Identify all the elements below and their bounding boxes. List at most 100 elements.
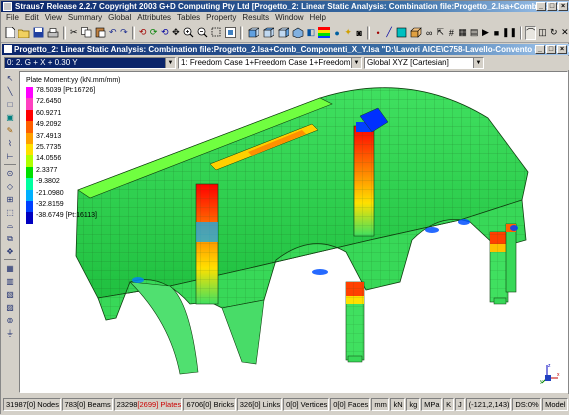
print-icon[interactable] xyxy=(46,26,60,40)
status-links[interactable]: 326[0] Links xyxy=(236,398,283,411)
light-icon[interactable]: ✦ xyxy=(343,26,353,40)
doc-close-button[interactable]: × xyxy=(557,45,567,54)
table-tool-icon[interactable]: ▦ xyxy=(457,26,468,40)
shrink-icon[interactable]: ◧ xyxy=(306,26,317,40)
line-tool-icon[interactable]: ╲ xyxy=(4,86,17,98)
unit-length[interactable]: mm xyxy=(371,398,390,411)
subdivide-icon[interactable]: ▦ xyxy=(4,263,17,275)
node-icon[interactable]: ⊙ xyxy=(4,168,17,180)
zoom-window-icon[interactable] xyxy=(210,26,223,40)
fill-tool-icon[interactable]: ▣ xyxy=(4,112,17,124)
chevron-down-icon[interactable]: ▼ xyxy=(473,58,483,68)
mesh-icon[interactable]: ⊞ xyxy=(4,194,17,206)
coordinate-system-select[interactable]: Global XYZ [Cartesian] ▼ xyxy=(364,57,484,69)
status-plates[interactable]: 23298[2699] Plates xyxy=(113,398,183,411)
unit-force[interactable]: kN xyxy=(390,398,406,411)
menu-edit[interactable]: Edit xyxy=(22,13,42,22)
plate-tool-icon[interactable] xyxy=(395,26,408,40)
new-file-icon[interactable] xyxy=(4,26,16,40)
redo-icon[interactable]: ↷ xyxy=(119,26,129,40)
paste-icon[interactable] xyxy=(94,26,107,40)
box-tool-icon[interactable]: □ xyxy=(4,99,17,111)
status-nodes[interactable]: 31987[0] Nodes xyxy=(3,398,61,411)
copy-icon[interactable] xyxy=(80,26,93,40)
select-arrow-icon[interactable]: ↖ xyxy=(4,73,17,85)
menu-attributes[interactable]: Attributes xyxy=(134,13,174,22)
menu-property[interactable]: Property xyxy=(203,13,239,22)
clean-mesh-icon[interactable]: ▧ xyxy=(4,289,17,301)
unit-temperature[interactable]: K xyxy=(443,398,454,411)
view-iso-icon[interactable] xyxy=(291,26,305,40)
close-button[interactable]: × xyxy=(558,2,568,11)
model-viewport[interactable]: Plate Moment:yy (kN.mm/mm) 78.5039 [Pt:1… xyxy=(19,71,568,393)
filter-icon[interactable]: ⏚ xyxy=(4,328,17,340)
deformed-icon[interactable]: ⌒ xyxy=(525,25,537,40)
globe-icon[interactable]: ● xyxy=(332,26,342,40)
stop-icon[interactable]: ■ xyxy=(491,26,501,40)
grade-icon[interactable]: ▥ xyxy=(4,276,17,288)
plate-icon[interactable]: ◇ xyxy=(4,181,17,193)
zoom-in-icon[interactable] xyxy=(182,26,195,40)
view-side-icon[interactable] xyxy=(276,26,290,40)
status-bricks[interactable]: 6706[0] Bricks xyxy=(183,398,236,411)
unit-energy[interactable]: J xyxy=(454,398,465,411)
pan-icon[interactable]: ✥ xyxy=(171,26,181,40)
document-title-bar[interactable]: Progetto_2: Linear Static Analysis: Comb… xyxy=(2,44,569,55)
camera-icon[interactable]: ◙ xyxy=(354,26,364,40)
rotate-z-icon[interactable]: ⟲ xyxy=(160,26,170,40)
convert-icon[interactable]: ▨ xyxy=(4,302,17,314)
beam-tool-icon[interactable]: ╱ xyxy=(384,26,394,40)
link-tool-icon[interactable]: ∞ xyxy=(424,26,434,40)
move-icon[interactable]: ✥ xyxy=(4,246,17,258)
measure-icon[interactable]: ⊢ xyxy=(4,151,17,163)
entity-display-icon[interactable]: ◫ xyxy=(537,26,548,40)
save-icon[interactable] xyxy=(32,26,45,40)
zoom-out-icon[interactable] xyxy=(196,26,209,40)
minimize-button[interactable]: _ xyxy=(536,2,546,11)
load-case-select[interactable]: 0: 2. G + X + 0.30 Y ▼ xyxy=(4,57,176,69)
maximize-button[interactable]: □ xyxy=(547,2,557,11)
cylinder-icon[interactable]: ⊚ xyxy=(4,315,17,327)
open-folder-icon[interactable] xyxy=(17,26,31,40)
cut-icon[interactable]: ✂ xyxy=(69,26,79,40)
chart-tool-icon[interactable]: ▤ xyxy=(469,26,480,40)
status-faces[interactable]: 0[0] Faces xyxy=(330,398,371,411)
view-top-icon[interactable] xyxy=(261,26,275,40)
select-tool-icon[interactable]: ⇱ xyxy=(435,26,445,40)
undo-icon[interactable]: ↶ xyxy=(108,26,118,40)
freedom-case-select[interactable]: 1: Freedom Case 1+Freedom Case 1+Freedom… xyxy=(178,57,362,69)
menu-file[interactable]: File xyxy=(3,13,22,22)
unit-mass[interactable]: kg xyxy=(406,398,421,411)
sweep-icon[interactable]: ⌓ xyxy=(4,220,17,232)
redraw-icon[interactable]: ↻ xyxy=(549,26,559,40)
doc-maximize-button[interactable]: □ xyxy=(546,45,556,54)
pause-icon[interactable]: ❚❚ xyxy=(502,26,517,40)
menu-view[interactable]: View xyxy=(42,13,65,22)
menu-summary[interactable]: Summary xyxy=(65,13,105,22)
chevron-down-icon[interactable]: ▼ xyxy=(165,58,175,68)
zoom-all-icon[interactable] xyxy=(224,26,237,40)
copy-entities-icon[interactable]: ⧉ xyxy=(4,233,17,245)
brush-icon[interactable]: ⌇ xyxy=(4,138,17,150)
menu-help[interactable]: Help xyxy=(307,13,329,22)
view-front-icon[interactable] xyxy=(246,26,260,40)
menu-tables[interactable]: Tables xyxy=(174,13,203,22)
rotate-x-icon[interactable]: ⟲ xyxy=(138,26,148,40)
pencil-icon[interactable]: ✎ xyxy=(4,125,17,137)
animate-icon[interactable]: ▶ xyxy=(480,26,490,40)
node-tool-icon[interactable]: • xyxy=(373,26,383,40)
status-vertices[interactable]: 0[0] Vertices xyxy=(283,398,330,411)
status-beams[interactable]: 783[0] Beams xyxy=(61,398,113,411)
brick-tool-icon[interactable] xyxy=(409,26,423,40)
extrude-icon[interactable]: ⬚ xyxy=(4,207,17,219)
results-contour-icon[interactable] xyxy=(317,26,331,40)
chevron-down-icon[interactable]: ▼ xyxy=(351,58,361,68)
menu-global[interactable]: Global xyxy=(105,13,134,22)
menu-results[interactable]: Results xyxy=(239,13,272,22)
grid-tool-icon[interactable]: # xyxy=(446,26,456,40)
menu-window[interactable]: Window xyxy=(272,13,306,22)
doc-minimize-button[interactable]: _ xyxy=(535,45,545,54)
cross-section-icon[interactable]: ✕ xyxy=(560,26,569,40)
rotate-y-icon[interactable]: ⟳ xyxy=(149,26,159,40)
unit-stress[interactable]: MPa xyxy=(421,398,443,411)
